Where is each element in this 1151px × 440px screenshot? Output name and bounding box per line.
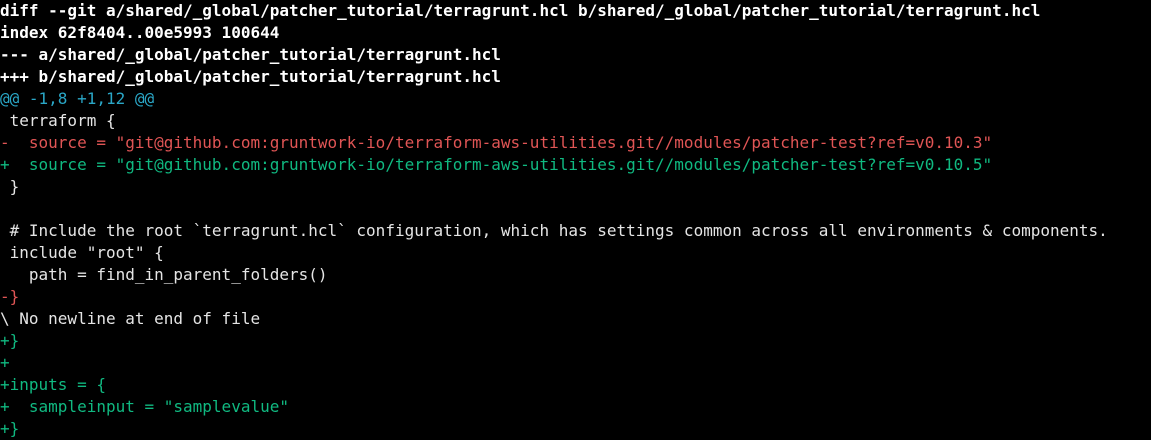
diff-added-line: +} bbox=[0, 331, 20, 350]
diff-added-line: +inputs = { bbox=[0, 375, 106, 394]
diff-deleted-line: -} bbox=[0, 287, 20, 306]
diff-added-line: + sampleinput = "samplevalue" bbox=[0, 397, 289, 416]
diff-context-line: terraform { bbox=[0, 111, 116, 130]
diff-context-line: path = find_in_parent_folders() bbox=[0, 265, 328, 284]
terminal-window: diff --git a/shared/_global/patcher_tuto… bbox=[0, 0, 1151, 439]
diff-added-line: + bbox=[0, 353, 10, 372]
diff-old-file-line: --- a/shared/_global/patcher_tutorial/te… bbox=[0, 45, 501, 64]
diff-context-line bbox=[0, 198, 1151, 220]
diff-context-line: } bbox=[0, 177, 20, 196]
diff-added-line: +} bbox=[0, 419, 20, 438]
diff-new-file-line: +++ b/shared/_global/patcher_tutorial/te… bbox=[0, 67, 501, 86]
diff-header-line: diff --git a/shared/_global/patcher_tuto… bbox=[0, 1, 1041, 20]
diff-no-newline-note: \ No newline at end of file bbox=[0, 309, 261, 328]
diff-context-line: # Include the root `terragrunt.hcl` conf… bbox=[0, 221, 1108, 240]
diff-hunk-header: @@ -1,8 +1,12 @@ bbox=[0, 89, 155, 108]
diff-index-line: index 62f8404..00e5993 100644 bbox=[0, 23, 280, 42]
diff-added-line: + source = "git@github.com:gruntwork-io/… bbox=[0, 155, 993, 174]
diff-deleted-line: - source = "git@github.com:gruntwork-io/… bbox=[0, 133, 993, 152]
diff-context-line: include "root" { bbox=[0, 243, 164, 262]
